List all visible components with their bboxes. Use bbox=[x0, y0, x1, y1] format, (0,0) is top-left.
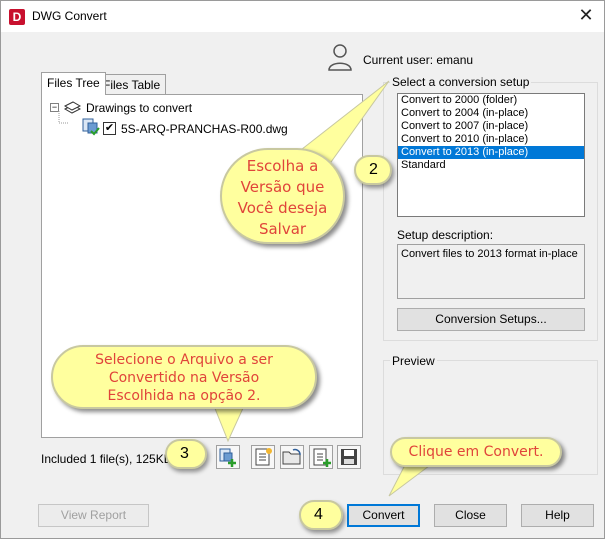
callout-file-line-2: Convertido na Versão bbox=[108, 370, 260, 386]
conversion-setups-button[interactable]: Conversion Setups... bbox=[397, 308, 585, 331]
setup-item-2000[interactable]: Convert to 2000 (folder) bbox=[398, 94, 584, 107]
dwg-file-icon bbox=[82, 118, 100, 136]
callout-select-file: Selecione o Arquivo a ser Convertido na … bbox=[51, 345, 317, 409]
view-report-button[interactable]: View Report bbox=[38, 504, 149, 527]
add-file-icon bbox=[219, 448, 236, 467]
conversion-setup-label: Select a conversion setup bbox=[390, 75, 532, 89]
autocad-app-icon: D bbox=[9, 9, 25, 25]
current-user-label: Current user: emanu bbox=[363, 53, 474, 67]
setup-item-2013[interactable]: Convert to 2013 (in-place) bbox=[398, 146, 584, 159]
included-files-summary: Included 1 file(s), 125KB bbox=[41, 452, 172, 466]
save-icon bbox=[341, 449, 357, 465]
setup-item-standard[interactable]: Standard bbox=[398, 159, 584, 172]
setup-item-2004[interactable]: Convert to 2004 (in-place) bbox=[398, 107, 584, 120]
callout-click-convert: Clique em Convert. bbox=[390, 437, 562, 467]
open-sheet-list-button[interactable] bbox=[280, 445, 304, 469]
open-folder-icon bbox=[282, 448, 301, 465]
callout-choose-version: Escolha a Versão que Você deseja Salvar bbox=[220, 148, 345, 244]
step-badge-4: 4 bbox=[299, 500, 343, 530]
setup-description-label: Setup description: bbox=[397, 228, 494, 242]
user-icon bbox=[328, 44, 352, 71]
new-sheet-icon bbox=[255, 448, 272, 466]
setup-description-box: Convert files to 2013 format in-place bbox=[397, 244, 585, 299]
close-window-button[interactable]: ✕ bbox=[573, 4, 599, 28]
tree-file-label[interactable]: 5S-ARQ-PRANCHAS-R00.dwg bbox=[121, 122, 288, 136]
setup-item-2010[interactable]: Convert to 2010 (in-place) bbox=[398, 133, 584, 146]
callout-version-line-1: Escolha a bbox=[246, 157, 319, 175]
tree-connector-icon bbox=[58, 111, 68, 124]
window-title: DWG Convert bbox=[32, 9, 107, 23]
tree-root-label: Drawings to convert bbox=[86, 101, 193, 115]
conversion-setup-list[interactable]: Convert to 2000 (folder) Convert to 2004… bbox=[397, 93, 585, 217]
step-badge-2: 2 bbox=[354, 155, 392, 185]
new-sheet-list-button[interactable] bbox=[251, 445, 275, 469]
callout-version-line-3: Você deseja bbox=[237, 199, 328, 217]
dwg-convert-window: D DWG Convert ✕ Current user: emanu File… bbox=[0, 0, 605, 539]
add-files-button[interactable] bbox=[216, 445, 240, 469]
file-checkbox[interactable]: ✔ bbox=[103, 122, 116, 135]
setup-item-2007[interactable]: Convert to 2007 (in-place) bbox=[398, 120, 584, 133]
append-sheet-list-button[interactable] bbox=[309, 445, 333, 469]
step-badge-3: 3 bbox=[165, 439, 207, 469]
close-button[interactable]: Close bbox=[434, 504, 507, 527]
preview-label: Preview bbox=[390, 354, 437, 368]
save-sheet-list-button[interactable] bbox=[337, 445, 361, 469]
callout-version-line-2: Versão que bbox=[240, 178, 325, 196]
list-icon bbox=[313, 448, 331, 467]
help-button[interactable]: Help bbox=[521, 504, 594, 527]
callout-file-line-3: Escolhida na opção 2. bbox=[107, 388, 261, 404]
tab-files-table[interactable]: Files Table bbox=[97, 74, 167, 94]
tab-files-tree[interactable]: Files Tree bbox=[41, 72, 106, 95]
convert-button[interactable]: Convert bbox=[347, 504, 420, 527]
callout-version-line-4: Salvar bbox=[258, 220, 307, 238]
callout-file-line-1: Selecione o Arquivo a ser bbox=[95, 352, 273, 368]
title-bar: D DWG Convert ✕ bbox=[1, 1, 604, 32]
